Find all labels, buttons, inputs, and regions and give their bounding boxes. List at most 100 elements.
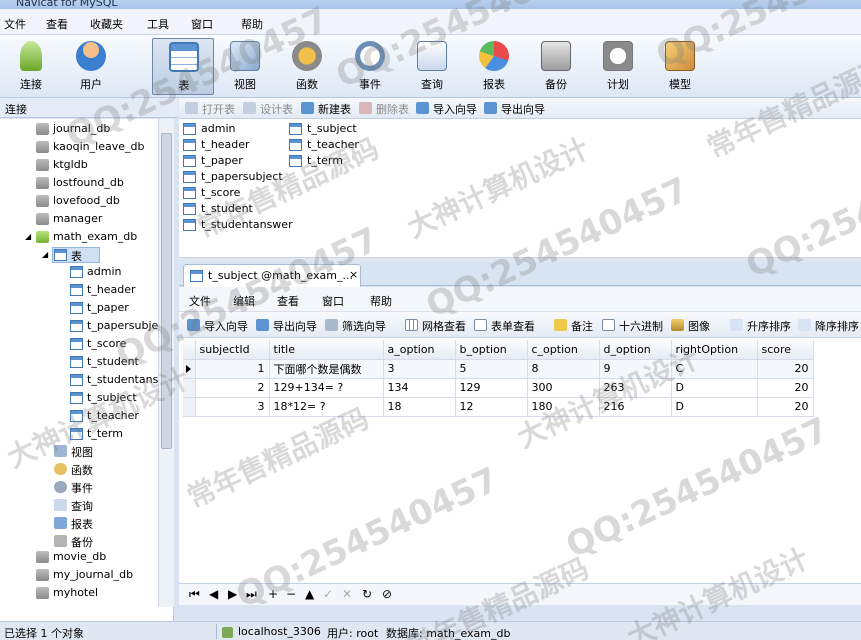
- object-item-label: t_paper: [201, 154, 243, 167]
- stop-icon[interactable]: ⊘: [382, 587, 392, 601]
- collapse-arrow-icon[interactable]: ◢: [42, 250, 48, 259]
- table-cell[interactable]: 20: [757, 359, 814, 379]
- table-row[interactable]: 1 下面哪个数是偶数 3 5 8 9 C 20: [183, 359, 814, 379]
- table-icon: [70, 374, 83, 386]
- table-cell[interactable]: 9: [599, 359, 672, 379]
- table-cell[interactable]: 129: [455, 378, 528, 398]
- delete-record-icon[interactable]: −: [286, 587, 296, 601]
- status-host: localhost_3306: [238, 625, 321, 638]
- design-table-icon: [243, 102, 256, 114]
- table-cell[interactable]: 1: [195, 359, 270, 379]
- table-cell[interactable]: D: [671, 397, 758, 417]
- subwindow-toolbar: 导入向导 导出向导 筛选向导 网格查看 表单查看 备注 十六进制 图像 升序排序…: [179, 311, 861, 338]
- sort-descending-label: 降序排序: [815, 320, 859, 333]
- menu-file[interactable]: 文件: [4, 16, 26, 32]
- tree-scrollbar-thumb[interactable]: [161, 133, 172, 449]
- database-icon: [36, 141, 49, 153]
- table-cell[interactable]: 5: [455, 359, 528, 379]
- toolbar-event-button[interactable]: 事件: [339, 38, 401, 95]
- table-icon: [289, 155, 302, 167]
- open-table-icon: [185, 102, 198, 114]
- table-cell[interactable]: 3: [383, 359, 456, 379]
- table-cell[interactable]: 18: [383, 397, 456, 417]
- next-record-icon[interactable]: ▶: [228, 587, 237, 601]
- menu-window[interactable]: 窗口: [191, 16, 213, 32]
- table-cell[interactable]: 2: [195, 378, 270, 398]
- collapse-arrow-icon[interactable]: ◢: [25, 232, 31, 241]
- table-cell[interactable]: 129+134= ?: [269, 378, 384, 398]
- toolbar-query-button[interactable]: 查询: [401, 38, 463, 95]
- toolbar-table-button[interactable]: 表: [152, 38, 214, 95]
- table-row[interactable]: 3 18*12= ? 18 12 180 216 D 20: [183, 397, 814, 417]
- table-cell[interactable]: 20: [757, 397, 814, 417]
- tab-t-subject[interactable]: t_subject @math_exam_... ×: [183, 264, 361, 287]
- import-icon: [187, 319, 200, 331]
- menu-tools[interactable]: 工具: [147, 16, 169, 32]
- table-cell[interactable]: 8: [527, 359, 600, 379]
- table-icon: [183, 187, 196, 199]
- table-cell[interactable]: 下面哪个数是偶数: [269, 359, 384, 379]
- menu-view[interactable]: 查看: [46, 16, 68, 32]
- discard-changes-icon[interactable]: ✕: [342, 587, 352, 601]
- toolbar-connection-label: 连接: [20, 78, 42, 91]
- menu-favorites[interactable]: 收藏夹: [90, 16, 123, 32]
- toolbar-user-button[interactable]: 用户: [60, 38, 122, 95]
- table-icon: [70, 284, 83, 296]
- column-header[interactable]: score: [757, 340, 814, 360]
- table-cell[interactable]: 134: [383, 378, 456, 398]
- tree-table-label: t_paper: [87, 301, 129, 314]
- export-icon: [256, 319, 269, 331]
- column-header[interactable]: b_option: [455, 340, 528, 360]
- edit-record-icon[interactable]: ▲: [305, 587, 314, 601]
- object-item-label: t_score: [201, 186, 241, 199]
- submenu-file[interactable]: 文件: [189, 293, 211, 309]
- toolbar-model-button[interactable]: 模型: [649, 38, 711, 95]
- table-cell[interactable]: 18*12= ?: [269, 397, 384, 417]
- column-header[interactable]: subjectId: [195, 340, 270, 360]
- table-cell[interactable]: C: [671, 359, 758, 379]
- tree-scrollbar[interactable]: [158, 119, 174, 607]
- database-icon: [36, 569, 49, 581]
- table-cell[interactable]: 300: [527, 378, 600, 398]
- last-record-icon[interactable]: ⏭: [246, 587, 257, 602]
- menu-help[interactable]: 帮助: [241, 16, 263, 32]
- design-table-label: 设计表: [260, 103, 293, 116]
- toolbar-report-button[interactable]: 报表: [463, 38, 525, 95]
- submenu-help[interactable]: 帮助: [370, 293, 392, 309]
- toolbar-backup-button[interactable]: 备份: [525, 38, 587, 95]
- connection-icon: [20, 41, 42, 71]
- toolbar-connection-button[interactable]: 连接: [0, 38, 62, 95]
- toolbar-view-button[interactable]: 视图: [214, 38, 276, 95]
- column-header[interactable]: rightOption: [671, 340, 758, 360]
- add-record-icon[interactable]: +: [268, 587, 278, 601]
- apply-changes-icon[interactable]: ✓: [323, 587, 333, 601]
- refresh-icon[interactable]: ↻: [362, 587, 372, 601]
- table-cell[interactable]: 3: [195, 397, 270, 417]
- view-icon: [230, 41, 260, 71]
- table-cell[interactable]: 180: [527, 397, 600, 417]
- table-cell[interactable]: 12: [455, 397, 528, 417]
- close-icon[interactable]: ×: [349, 268, 358, 281]
- table-cell[interactable]: D: [671, 378, 758, 398]
- first-record-icon[interactable]: ⏮: [189, 587, 200, 602]
- column-header[interactable]: a_option: [383, 340, 456, 360]
- submenu-edit[interactable]: 编辑: [233, 293, 255, 309]
- toolbar-schedule-button[interactable]: 计划: [587, 38, 649, 95]
- table-row[interactable]: 2 129+134= ? 134 129 300 263 D 20: [183, 378, 814, 398]
- table-icon: [289, 123, 302, 135]
- table-cell[interactable]: 216: [599, 397, 672, 417]
- delete-table-icon: [359, 102, 372, 114]
- previous-record-icon[interactable]: ◀: [209, 587, 218, 601]
- table-cell[interactable]: 20: [757, 378, 814, 398]
- column-header[interactable]: title: [269, 340, 384, 360]
- column-header[interactable]: c_option: [527, 340, 600, 360]
- table-cell[interactable]: 263: [599, 378, 672, 398]
- column-header[interactable]: d_option: [599, 340, 672, 360]
- toolbar-function-button[interactable]: 函数: [276, 38, 338, 95]
- backup-icon: [541, 41, 571, 71]
- tree-table-label: t_papersubjec: [87, 319, 165, 332]
- query-icon: [54, 499, 67, 511]
- submenu-window[interactable]: 窗口: [322, 293, 344, 309]
- submenu-view[interactable]: 查看: [277, 293, 299, 309]
- status-database: 数据库: math_exam_db: [386, 627, 511, 640]
